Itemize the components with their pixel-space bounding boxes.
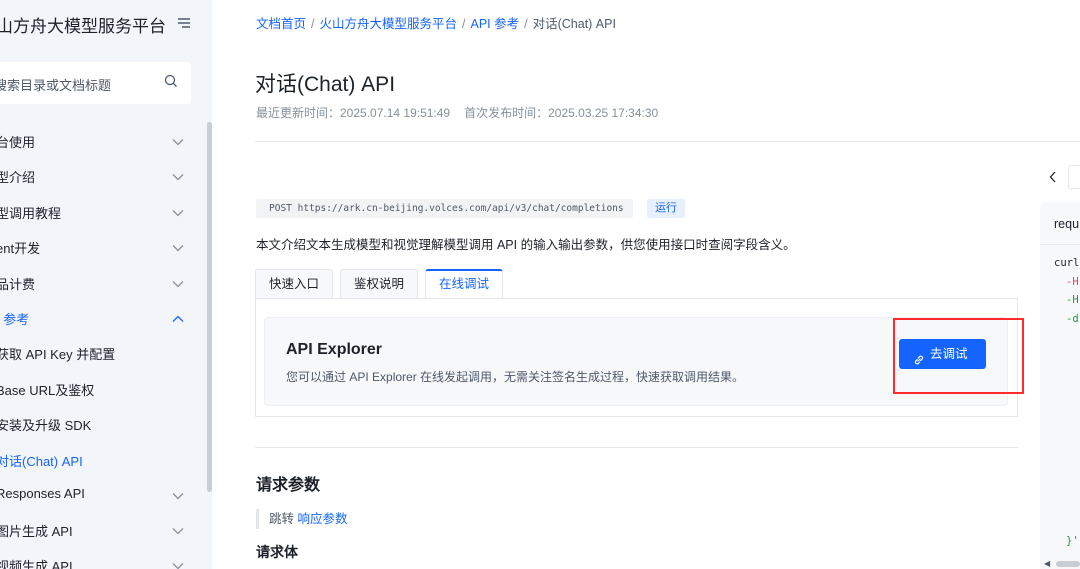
sidebar-item-label: I 参考 <box>0 312 30 327</box>
highlight-annotation-box <box>893 318 1024 394</box>
sidebar-item-api-reference[interactable]: I 参考 <box>0 301 196 331</box>
page-meta: 最近更新时间：2025.07.14 19:51:49 首次发布时间：2025.03… <box>256 104 658 121</box>
sidebar-item-image-api[interactable]: 图片生成 API <box>0 513 196 543</box>
chevron-down-icon <box>172 134 184 149</box>
search-input[interactable]: 搜索目录或文档标题 <box>0 75 111 94</box>
tab-quick-entry[interactable]: 快速入口 <box>255 269 333 298</box>
page-title: 对话(Chat) API <box>255 73 396 96</box>
sidebar-item-base-url[interactable]: Base URL及鉴权 <box>0 372 196 402</box>
intro-text: 本文介绍文本生成模型和视觉理解模型调用 API 的输入输出参数，供您使用接口时查… <box>256 238 796 252</box>
sidebar-item-label: 型调用教程 <box>0 206 62 221</box>
sidebar-item-install-sdk[interactable]: 安装及升级 SDK <box>0 407 196 437</box>
menu-collapse-icon[interactable] <box>177 16 191 34</box>
code-line: -H <box>1066 276 1079 288</box>
sidebar-item-label: 台使用 <box>0 135 36 150</box>
section-heading-request-params: 请求参数 <box>256 477 321 494</box>
code-line: -H <box>1066 294 1079 306</box>
divider <box>255 447 1018 448</box>
breadcrumb: 文档首页 / 火山方舟大模型服务平台 / API 参考 / 对话(Chat) API <box>256 13 616 32</box>
updated-time: 最近更新时间：2025.07.14 19:51:49 <box>256 106 451 120</box>
sidebar-item-chat-api[interactable]: 对话(Chat) API <box>0 443 196 473</box>
chevron-left-icon[interactable] <box>1049 170 1057 188</box>
published-time: 首次发布时间：2025.03.25 17:34:30 <box>464 106 659 120</box>
breadcrumb-link[interactable]: 火山方舟大模型服务平台 <box>320 17 458 31</box>
chevron-down-icon <box>172 205 184 220</box>
response-params-link[interactable]: 响应参数 <box>298 512 348 526</box>
sidebar-item-label: 视频生成 API <box>0 559 73 569</box>
sidebar: 山方舟大模型服务平台 搜索目录或文档标题 台使用 型介绍 型调用教程 ent开发… <box>0 0 212 569</box>
sidebar-item-get-api-key[interactable]: 获取 API Key 并配置 <box>0 336 196 366</box>
jump-note: 跳转 响应参数 <box>256 509 348 529</box>
sidebar-item-label: 获取 API Key 并配置 <box>0 347 116 362</box>
chevron-down-icon <box>172 523 184 538</box>
sidebar-scrollbar[interactable] <box>207 122 212 492</box>
endpoint-code: POST https://ark.cn-beijing.volces.com/a… <box>256 199 633 218</box>
scroll-left-arrow-icon[interactable]: ◀ <box>1044 559 1050 568</box>
chevron-down-icon <box>172 488 184 503</box>
sidebar-item-model-tutorial[interactable]: 型调用教程 <box>0 195 196 225</box>
sidebar-item-platform-usage[interactable]: 台使用 <box>0 124 196 154</box>
code-line: -d <box>1066 313 1079 325</box>
sidebar-item-video-api[interactable]: 视频生成 API <box>0 548 196 569</box>
sidebar-search-box[interactable]: 搜索目录或文档标题 <box>0 62 191 104</box>
section-heading-request-body: 请求体 <box>256 544 298 560</box>
sidebar-item-label: 对话(Chat) API <box>0 454 83 469</box>
code-horizontal-scrollbar[interactable] <box>1056 561 1080 567</box>
sidebar-item-label: 型介绍 <box>0 170 36 185</box>
chevron-down-icon <box>172 240 184 255</box>
jump-prefix: 跳转 <box>269 512 295 526</box>
tab-auth[interactable]: 鉴权说明 <box>340 269 418 298</box>
breadcrumb-separator: / <box>311 17 315 31</box>
breadcrumb-separator: / <box>462 17 466 31</box>
code-panel-title: requ <box>1054 217 1080 231</box>
sidebar-item-model-intro[interactable]: 型介绍 <box>0 159 196 189</box>
sidebar-item-responses-api[interactable]: Responses API <box>0 478 196 508</box>
breadcrumb-current: 对话(Chat) API <box>532 17 616 31</box>
sidebar-item-agent-dev[interactable]: ent开发 <box>0 230 196 260</box>
sidebar-item-label: 图片生成 API <box>0 524 73 539</box>
code-line: curl <box>1054 257 1080 269</box>
chevron-down-icon <box>172 169 184 184</box>
code-line: }' <box>1066 535 1079 547</box>
sidebar-item-label: 安装及升级 SDK <box>0 418 92 433</box>
search-icon[interactable] <box>164 74 178 93</box>
sidebar-title[interactable]: 山方舟大模型服务平台 <box>0 12 166 37</box>
breadcrumb-separator: / <box>524 17 528 31</box>
code-tab[interactable] <box>1068 165 1080 189</box>
sidebar-item-label: ent开发 <box>0 241 41 256</box>
chevron-down-icon <box>172 558 184 569</box>
run-button[interactable]: 运行 <box>647 199 685 218</box>
api-explorer-title: API Explorer <box>286 341 383 358</box>
divider <box>255 141 1080 142</box>
sidebar-item-label: 品计费 <box>0 277 36 292</box>
sidebar-item-billing[interactable]: 品计费 <box>0 266 196 296</box>
code-panel: requ curl -H -H -d }' <box>1040 202 1080 569</box>
breadcrumb-link[interactable]: 文档首页 <box>256 17 306 31</box>
chevron-up-icon <box>172 311 184 326</box>
sidebar-item-label: Responses API <box>0 486 85 501</box>
breadcrumb-link[interactable]: API 参考 <box>471 17 520 31</box>
api-explorer-description: 您可以通过 API Explorer 在线发起调用，无需关注签名生成过程，快速获… <box>286 370 745 384</box>
chevron-down-icon <box>172 276 184 291</box>
tab-online-debug[interactable]: 在线调试 <box>425 269 503 298</box>
code-panel-header: requ <box>1040 202 1080 245</box>
sidebar-item-label: Base URL及鉴权 <box>0 383 95 398</box>
